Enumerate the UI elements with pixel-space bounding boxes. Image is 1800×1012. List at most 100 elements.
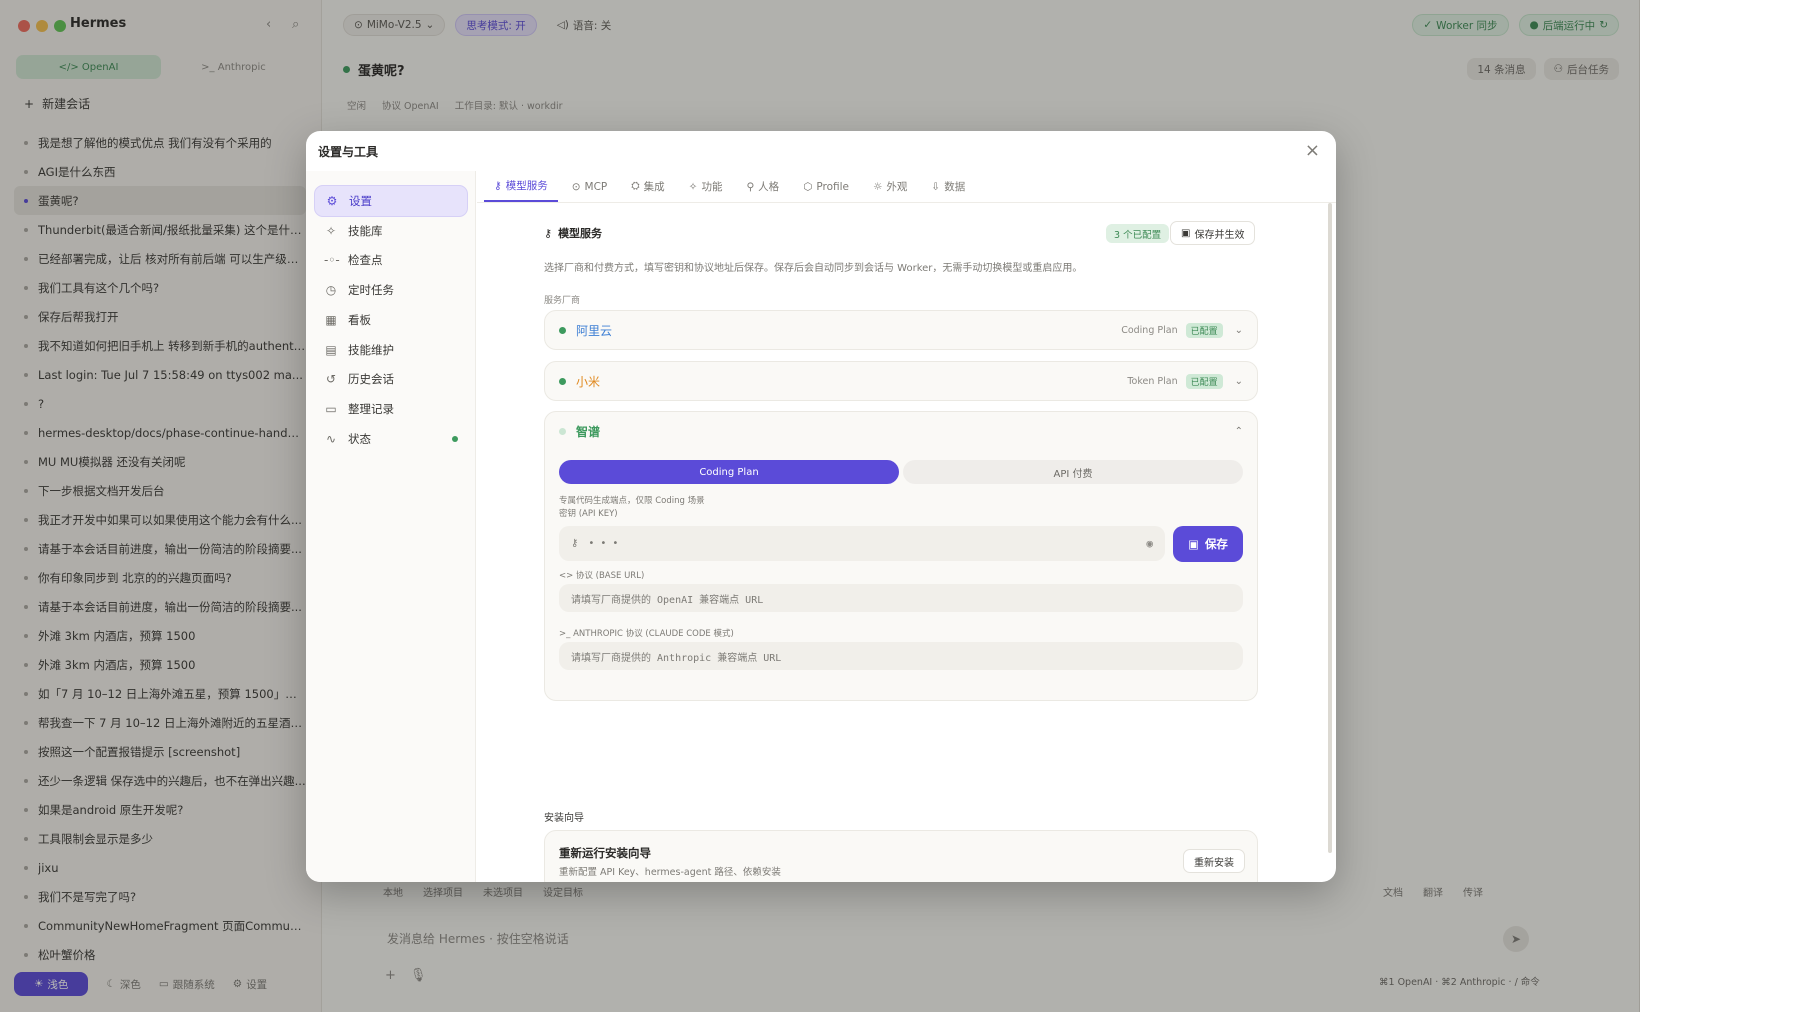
section-title: ⚷ 模型服务 — [544, 225, 602, 241]
grid-icon: ▦ — [325, 312, 337, 327]
tab-label: Profile — [816, 180, 849, 193]
nav-item-8[interactable]: ∿ 状态 — [314, 423, 468, 455]
save-icon: ▣ — [1188, 537, 1199, 551]
tab-5[interactable]: ⬡ Profile — [793, 171, 859, 202]
tab-1[interactable]: ⊙ MCP — [562, 171, 618, 202]
anthropic-url-input[interactable]: 请填写厂商提供的 Anthropic 兼容端点 URL — [559, 642, 1243, 670]
history-icon: ↺ — [325, 372, 337, 387]
vendor-row[interactable]: 小米 Token Plan 已配置 ⌄ — [545, 362, 1257, 400]
nav-item-label: 定时任务 — [348, 283, 394, 298]
tab-0[interactable]: ⚷ 模型服务 — [484, 171, 558, 202]
tabs-divider — [477, 202, 1336, 203]
vendor-row[interactable]: 智谱 ⌃ — [545, 412, 1257, 450]
settings-modal: 设置与工具 × ⚙ 设置 ✧ 技能库 -◦- 检查点 ◷ 定时任务 ▦ 看板 ▤ 技能维护 ↺ 历史会话 ▭… — [306, 131, 1336, 882]
vendor-status-dot — [559, 427, 566, 435]
tab-4[interactable]: ⚲ 人格 — [736, 171, 789, 202]
base-url-input[interactable]: 请填写厂商提供的 OpenAI 兼容端点 URL — [559, 584, 1243, 612]
tab-label: MCP — [584, 180, 608, 193]
vendor-card-xiaomi[interactable]: 小米 Token Plan 已配置 ⌄ — [544, 361, 1258, 401]
nav-item-label: 检查点 — [348, 253, 383, 268]
save-icon: ▣ — [1181, 227, 1191, 239]
configured-badge: 已配置 — [1185, 322, 1223, 338]
tab-7[interactable]: ⇩ 数据 — [921, 171, 975, 202]
vendor-status-dot — [559, 377, 566, 385]
nav-item-label: 看板 — [348, 312, 371, 327]
nav-item-label: 设置 — [349, 194, 372, 208]
tab-icon: ☼ — [873, 180, 883, 193]
api-key-label-text: 密钥 (API KEY) — [559, 509, 618, 519]
vendor-card-zhipu: 智谱 ⌃ Coding Plan API 付费 专属代码生成端点，仅限 Codi… — [544, 411, 1258, 701]
nav-item-2[interactable]: -◦- 检查点 — [314, 244, 468, 276]
tab-2[interactable]: ⛭ 集成 — [621, 171, 674, 202]
coding-plan-option[interactable]: Coding Plan — [559, 460, 899, 484]
configured-count-badge: 3 个已配置 — [1106, 224, 1170, 243]
vendor-card-aliyun[interactable]: 阿里云 Coding Plan 已配置 ⌄ — [544, 310, 1258, 350]
vendor-plan: Token Plan — [1127, 375, 1178, 387]
key-icon: ⚷ — [571, 538, 579, 549]
nav-item-1[interactable]: ✧ 技能库 — [314, 215, 468, 247]
clipboard-icon: ▤ — [325, 342, 337, 357]
tab-label: 数据 — [944, 181, 966, 193]
api-key-value: • • • — [588, 538, 619, 549]
save-apply-label: 保存并生效 — [1194, 229, 1245, 241]
eye-icon[interactable]: ◉ — [1146, 537, 1153, 550]
vendor-plan: Coding Plan — [1121, 324, 1178, 336]
vendor-label: 服务厂商 — [544, 296, 581, 306]
checkpoint-icon: -◦- — [324, 253, 340, 268]
nav-item-0[interactable]: ⚙ 设置 — [314, 185, 468, 217]
nav-item-6[interactable]: ↺ 历史会话 — [314, 363, 468, 395]
app-window: Hermes ‹ ⌕ </> OpenAI >_ Anthropic + 新建会… — [0, 0, 1640, 1012]
reinstall-button[interactable]: 重新安装 — [1183, 849, 1245, 873]
nav-item-label: 历史会话 — [348, 372, 394, 387]
scrollbar[interactable] — [1328, 203, 1332, 853]
sparkle-icon: ✧ — [325, 223, 337, 238]
section-title-text: 模型服务 — [558, 227, 603, 240]
tab-3[interactable]: ✧ 功能 — [679, 171, 733, 202]
clock-icon: ◷ — [325, 283, 337, 298]
api-key-label: 密钥 (API KEY) — [559, 507, 618, 519]
anthropic-url-label: >_ ANTHROPIC 协议 (CLAUDE CODE 模式) — [559, 629, 734, 639]
tab-label: 功能 — [701, 181, 723, 193]
tab-label: 外观 — [886, 181, 908, 193]
save-key-button[interactable]: ▣ 保存 — [1173, 526, 1243, 562]
nav-item-label: 技能库 — [348, 223, 383, 238]
chevron-up-icon[interactable]: ⌃ — [1235, 426, 1243, 437]
tab-icon: ⛭ — [631, 180, 640, 192]
nav-item-label: 技能维护 — [348, 342, 394, 357]
pulse-icon: ∿ — [325, 431, 337, 446]
tab-label: 人格 — [758, 181, 780, 193]
save-apply-button[interactable]: ▣ 保存并生效 — [1170, 221, 1256, 245]
base-url-label: <> 协议 (BASE URL) — [559, 571, 645, 581]
vendor-name: 小米 — [576, 374, 601, 389]
chevron-down-icon[interactable]: ⌄ — [1235, 376, 1243, 387]
modal-title: 设置与工具 — [318, 145, 379, 159]
tab-icon: ⇩ — [931, 180, 941, 193]
api-key-field[interactable]: ⚷ • • • ◉ — [559, 526, 1165, 561]
close-icon[interactable]: × — [1305, 140, 1320, 161]
install-wizard-label: 安装向导 — [544, 813, 584, 824]
tab-icon: ✧ — [688, 180, 698, 193]
vendor-row[interactable]: 阿里云 Coding Plan 已配置 ⌄ — [545, 311, 1257, 349]
nav-item-4[interactable]: ▦ 看板 — [314, 304, 468, 336]
vendor-status-dot — [559, 326, 566, 334]
section-description: 选择厂商和付费方式，填写密钥和协议地址后保存。保存后会自动同步到会话与 Work… — [544, 263, 1083, 274]
nav-item-5[interactable]: ▤ 技能维护 — [314, 334, 468, 366]
tab-label: 集成 — [643, 181, 665, 193]
save-key-label: 保存 — [1204, 537, 1228, 551]
nav-item-3[interactable]: ◷ 定时任务 — [314, 274, 468, 306]
tab-6[interactable]: ☼ 外观 — [863, 171, 917, 202]
tab-icon: ⊙ — [571, 180, 581, 193]
vendor-name: 阿里云 — [576, 323, 613, 338]
tab-icon: ⬡ — [803, 180, 813, 193]
api-pay-option[interactable]: API 付费 — [903, 460, 1243, 484]
nav-item-label: 状态 — [348, 431, 371, 446]
tab-icon: ⚷ — [494, 179, 502, 192]
nav-item-label: 整理记录 — [348, 401, 394, 416]
chevron-down-icon[interactable]: ⌄ — [1235, 325, 1243, 336]
status-ok-dot — [452, 435, 458, 442]
install-wizard-title: 重新运行安装向导 — [559, 846, 651, 860]
tab-label: 模型服务 — [505, 180, 548, 192]
gear-icon: ⚙ — [326, 194, 338, 208]
nav-item-7[interactable]: ▭ 整理记录 — [314, 393, 468, 425]
plan-switch: Coding Plan API 付费 — [559, 460, 1243, 484]
